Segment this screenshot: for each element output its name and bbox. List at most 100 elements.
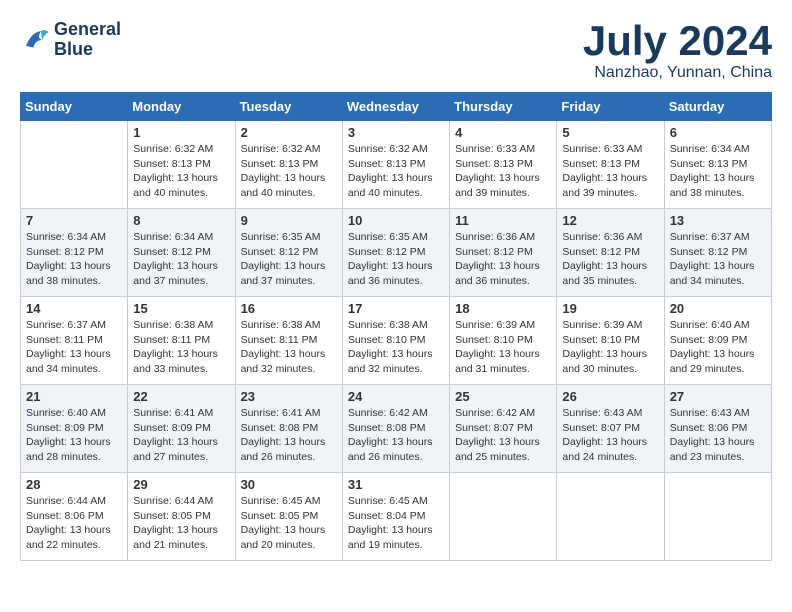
day-info: Sunrise: 6:35 AM Sunset: 8:12 PM Dayligh… xyxy=(241,230,337,289)
day-info: Sunrise: 6:44 AM Sunset: 8:05 PM Dayligh… xyxy=(133,494,229,553)
logo-line2: Blue xyxy=(54,40,121,60)
day-info: Sunrise: 6:43 AM Sunset: 8:06 PM Dayligh… xyxy=(670,406,766,465)
day-number: 24 xyxy=(348,389,444,404)
table-cell: 12 Sunrise: 6:36 AM Sunset: 8:12 PM Dayli… xyxy=(557,209,664,297)
calendar-week-3: 14 Sunrise: 6:37 AM Sunset: 8:11 PM Dayli… xyxy=(21,297,772,385)
day-info: Sunrise: 6:33 AM Sunset: 8:13 PM Dayligh… xyxy=(455,142,551,201)
table-cell: 21 Sunrise: 6:40 AM Sunset: 8:09 PM Dayli… xyxy=(21,385,128,473)
title-block: July 2024 Nanzhao, Yunnan, China xyxy=(583,20,772,82)
month-title: July 2024 xyxy=(583,20,772,62)
table-cell: 26 Sunrise: 6:43 AM Sunset: 8:07 PM Dayli… xyxy=(557,385,664,473)
table-cell: 7Sunrise: 6:34 AM Sunset: 8:12 PM Daylig… xyxy=(21,209,128,297)
table-cell xyxy=(450,473,557,561)
table-cell: 27Sunrise: 6:43 AM Sunset: 8:06 PM Dayli… xyxy=(664,385,771,473)
calendar-week-4: 21 Sunrise: 6:40 AM Sunset: 8:09 PM Dayli… xyxy=(21,385,772,473)
calendar-week-1: 1 Sunrise: 6:32 AM Sunset: 8:13 PM Daylig… xyxy=(21,121,772,209)
day-number: 22 xyxy=(133,389,229,404)
col-thursday: Thursday xyxy=(450,93,557,121)
calendar-table: Sunday Monday Tuesday Wednesday Thursday… xyxy=(20,92,772,561)
table-cell: 14 Sunrise: 6:37 AM Sunset: 8:11 PM Dayli… xyxy=(21,297,128,385)
col-sunday: Sunday xyxy=(21,93,128,121)
day-number: 25 xyxy=(455,389,551,404)
day-info: Sunrise: 6:42 AM Sunset: 8:08 PM Dayligh… xyxy=(348,406,444,465)
table-cell: 30Sunrise: 6:45 AM Sunset: 8:05 PM Dayli… xyxy=(235,473,342,561)
calendar-week-5: 28 Sunrise: 6:44 AM Sunset: 8:06 PM Dayli… xyxy=(21,473,772,561)
day-number: 1 xyxy=(133,125,229,140)
table-cell: 11Sunrise: 6:36 AM Sunset: 8:12 PM Dayli… xyxy=(450,209,557,297)
day-info: Sunrise: 6:38 AM Sunset: 8:11 PM Dayligh… xyxy=(241,318,337,377)
day-info: Sunrise: 6:37 AM Sunset: 8:11 PM Dayligh… xyxy=(26,318,122,377)
day-info: Sunrise: 6:36 AM Sunset: 8:12 PM Dayligh… xyxy=(562,230,658,289)
day-info: Sunrise: 6:40 AM Sunset: 8:09 PM Dayligh… xyxy=(670,318,766,377)
table-cell: 19Sunrise: 6:39 AM Sunset: 8:10 PM Dayli… xyxy=(557,297,664,385)
col-friday: Friday xyxy=(557,93,664,121)
day-number: 26 xyxy=(562,389,658,404)
day-info: Sunrise: 6:35 AM Sunset: 8:12 PM Dayligh… xyxy=(348,230,444,289)
table-cell: 23 Sunrise: 6:41 AM Sunset: 8:08 PM Dayli… xyxy=(235,385,342,473)
logo-line1: General xyxy=(54,20,121,40)
day-number: 3 xyxy=(348,125,444,140)
location-title: Nanzhao, Yunnan, China xyxy=(583,64,772,82)
col-monday: Monday xyxy=(128,93,235,121)
day-info: Sunrise: 6:44 AM Sunset: 8:06 PM Dayligh… xyxy=(26,494,122,553)
col-saturday: Saturday xyxy=(664,93,771,121)
day-info: Sunrise: 6:32 AM Sunset: 8:13 PM Dayligh… xyxy=(133,142,229,201)
table-cell xyxy=(21,121,128,209)
day-number: 14 xyxy=(26,301,122,316)
day-number: 23 xyxy=(241,389,337,404)
day-number: 4 xyxy=(455,125,551,140)
table-cell: 28 Sunrise: 6:44 AM Sunset: 8:06 PM Dayli… xyxy=(21,473,128,561)
day-info: Sunrise: 6:43 AM Sunset: 8:07 PM Dayligh… xyxy=(562,406,658,465)
day-number: 13 xyxy=(670,213,766,228)
col-tuesday: Tuesday xyxy=(235,93,342,121)
table-cell: 18Sunrise: 6:39 AM Sunset: 8:10 PM Dayli… xyxy=(450,297,557,385)
day-info: Sunrise: 6:37 AM Sunset: 8:12 PM Dayligh… xyxy=(670,230,766,289)
table-cell xyxy=(557,473,664,561)
col-wednesday: Wednesday xyxy=(342,93,449,121)
day-number: 6 xyxy=(670,125,766,140)
day-number: 29 xyxy=(133,477,229,492)
table-cell: 5Sunrise: 6:33 AM Sunset: 8:13 PM Daylig… xyxy=(557,121,664,209)
table-cell: 10 Sunrise: 6:35 AM Sunset: 8:12 PM Dayli… xyxy=(342,209,449,297)
table-cell: 4 Sunrise: 6:33 AM Sunset: 8:13 PM Daylig… xyxy=(450,121,557,209)
day-info: Sunrise: 6:41 AM Sunset: 8:09 PM Dayligh… xyxy=(133,406,229,465)
day-number: 31 xyxy=(348,477,444,492)
table-cell: 24 Sunrise: 6:42 AM Sunset: 8:08 PM Dayli… xyxy=(342,385,449,473)
day-info: Sunrise: 6:39 AM Sunset: 8:10 PM Dayligh… xyxy=(562,318,658,377)
day-number: 11 xyxy=(455,213,551,228)
table-cell: 2Sunrise: 6:32 AM Sunset: 8:13 PM Daylig… xyxy=(235,121,342,209)
day-number: 16 xyxy=(241,301,337,316)
day-info: Sunrise: 6:38 AM Sunset: 8:11 PM Dayligh… xyxy=(133,318,229,377)
calendar-header-row: Sunday Monday Tuesday Wednesday Thursday… xyxy=(21,93,772,121)
day-number: 28 xyxy=(26,477,122,492)
day-number: 17 xyxy=(348,301,444,316)
table-cell xyxy=(664,473,771,561)
day-info: Sunrise: 6:38 AM Sunset: 8:10 PM Dayligh… xyxy=(348,318,444,377)
day-info: Sunrise: 6:41 AM Sunset: 8:08 PM Dayligh… xyxy=(241,406,337,465)
page-header: General Blue July 2024 Nanzhao, Yunnan, … xyxy=(20,20,772,82)
day-number: 5 xyxy=(562,125,658,140)
day-number: 12 xyxy=(562,213,658,228)
day-info: Sunrise: 6:34 AM Sunset: 8:12 PM Dayligh… xyxy=(26,230,122,289)
day-number: 20 xyxy=(670,301,766,316)
table-cell: 8Sunrise: 6:34 AM Sunset: 8:12 PM Daylig… xyxy=(128,209,235,297)
table-cell: 3Sunrise: 6:32 AM Sunset: 8:13 PM Daylig… xyxy=(342,121,449,209)
table-cell: 13 Sunrise: 6:37 AM Sunset: 8:12 PM Dayli… xyxy=(664,209,771,297)
logo: General Blue xyxy=(20,20,121,60)
day-number: 10 xyxy=(348,213,444,228)
table-cell: 17 Sunrise: 6:38 AM Sunset: 8:10 PM Dayli… xyxy=(342,297,449,385)
table-cell: 16 Sunrise: 6:38 AM Sunset: 8:11 PM Dayli… xyxy=(235,297,342,385)
table-cell: 31 Sunrise: 6:45 AM Sunset: 8:04 PM Dayli… xyxy=(342,473,449,561)
table-cell: 29 Sunrise: 6:44 AM Sunset: 8:05 PM Dayli… xyxy=(128,473,235,561)
day-info: Sunrise: 6:42 AM Sunset: 8:07 PM Dayligh… xyxy=(455,406,551,465)
day-info: Sunrise: 6:45 AM Sunset: 8:04 PM Dayligh… xyxy=(348,494,444,553)
day-number: 30 xyxy=(241,477,337,492)
day-info: Sunrise: 6:40 AM Sunset: 8:09 PM Dayligh… xyxy=(26,406,122,465)
day-number: 2 xyxy=(241,125,337,140)
day-number: 9 xyxy=(241,213,337,228)
day-info: Sunrise: 6:34 AM Sunset: 8:12 PM Dayligh… xyxy=(133,230,229,289)
table-cell: 15 Sunrise: 6:38 AM Sunset: 8:11 PM Dayli… xyxy=(128,297,235,385)
day-number: 15 xyxy=(133,301,229,316)
day-number: 18 xyxy=(455,301,551,316)
day-number: 21 xyxy=(26,389,122,404)
